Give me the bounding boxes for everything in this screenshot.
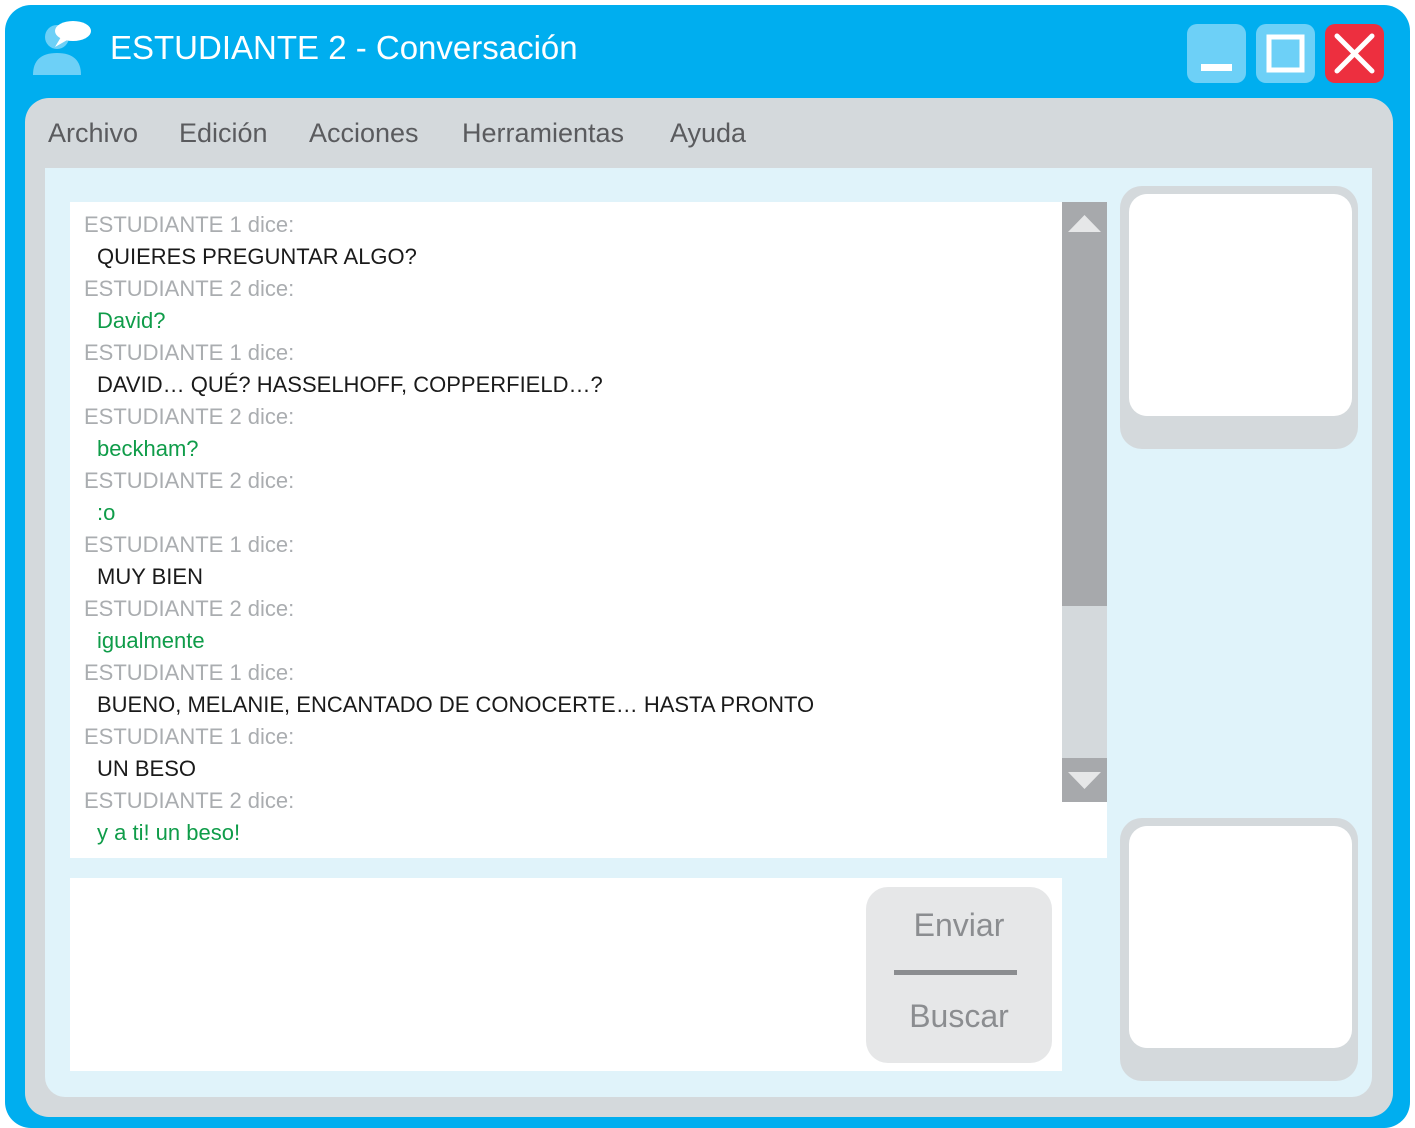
close-button[interactable] — [1325, 24, 1384, 83]
contact-avatar — [1129, 194, 1352, 416]
message-header: ESTUDIANTE 2 dice: — [84, 276, 295, 301]
window-client: Archivo Edición Acciones Herramientas Ay… — [25, 98, 1393, 1117]
message-header: ESTUDIANTE 1 dice: — [84, 532, 295, 557]
triangle-down-icon — [1068, 772, 1101, 789]
message-text: :o — [97, 500, 116, 525]
menu-herramientas[interactable]: Herramientas — [462, 118, 624, 149]
scroll-up-button[interactable] — [1062, 202, 1107, 246]
message-text: UN BESO — [97, 756, 197, 781]
message-text: QUIERES PREGUNTAR ALGO? — [97, 244, 417, 269]
message-header: ESTUDIANTE 1 dice: — [84, 340, 295, 365]
menu-acciones[interactable]: Acciones — [309, 118, 419, 149]
own-avatar-frame — [1120, 818, 1358, 1081]
message-text: beckham? — [97, 436, 199, 461]
action-buttons: Enviar Buscar — [866, 887, 1052, 1063]
menu-edicion[interactable]: Edición — [179, 118, 268, 149]
triangle-up-icon — [1068, 215, 1101, 232]
message-header: ESTUDIANTE 1 dice: — [84, 724, 295, 749]
user-chat-icon — [25, 17, 100, 83]
maximize-button[interactable] — [1256, 24, 1315, 83]
action-divider — [894, 970, 1017, 975]
menu-archivo[interactable]: Archivo — [48, 118, 138, 149]
message-text: DAVID… QUÉ? HASSELHOFF, COPPERFIELD…? — [97, 372, 603, 397]
minimize-button[interactable] — [1187, 24, 1246, 83]
conversation-scrollbar[interactable] — [1062, 202, 1107, 802]
message-header: ESTUDIANTE 2 dice: — [84, 788, 295, 813]
search-button[interactable]: Buscar — [866, 998, 1052, 1035]
scroll-down-button[interactable] — [1062, 758, 1107, 802]
message-header: ESTUDIANTE 1 dice: — [84, 660, 295, 685]
message-header: ESTUDIANTE 2 dice: — [84, 468, 295, 493]
title-bar[interactable]: ESTUDIANTE 2 - Conversación — [5, 5, 1410, 95]
message-text: David? — [97, 308, 166, 333]
maximize-icon — [1266, 34, 1305, 73]
own-avatar — [1129, 826, 1352, 1048]
close-icon — [1334, 33, 1375, 74]
message-text: y a ti! un beso! — [97, 820, 241, 845]
message-text: MUY BIEN — [97, 564, 203, 589]
message-header: ESTUDIANTE 2 dice: — [84, 404, 295, 429]
menu-bar: Archivo Edición Acciones Herramientas Ay… — [25, 98, 1393, 168]
window-title: ESTUDIANTE 2 - Conversación — [110, 29, 578, 66]
chat-window: ESTUDIANTE 2 - Conversación Archivo Edic… — [5, 5, 1410, 1128]
chat-panel: ESTUDIANTE 1 dice: QUIERES PREGUNTAR ALGO… — [45, 168, 1372, 1097]
message-text: igualmente — [97, 628, 205, 653]
menu-ayuda[interactable]: Ayuda — [670, 118, 746, 149]
message-header: ESTUDIANTE 1 dice: — [84, 212, 295, 237]
conversation-log[interactable]: ESTUDIANTE 1 dice: QUIERES PREGUNTAR ALGO… — [70, 202, 1107, 858]
minimize-icon — [1201, 64, 1232, 71]
contact-avatar-frame — [1120, 186, 1358, 449]
scroll-thumb[interactable] — [1062, 246, 1107, 606]
message-input[interactable]: Enviar Buscar — [70, 878, 1062, 1071]
send-button[interactable]: Enviar — [866, 907, 1052, 944]
message-text: BUENO, MELANIE, ENCANTADO DE CONOCERTE… … — [97, 692, 815, 717]
message-header: ESTUDIANTE 2 dice: — [84, 596, 295, 621]
